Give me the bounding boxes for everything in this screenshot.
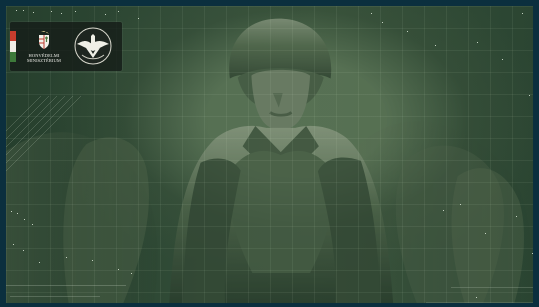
eagle-badge-icon: [74, 27, 112, 65]
flag-green-stripe: [10, 51, 16, 62]
ministry-name-line-2: MINISZTÉRIUM: [27, 58, 61, 63]
flag-red-stripe: [10, 31, 16, 42]
hungarian-coat-of-arms-icon: [39, 31, 49, 49]
ministry-name: HONVÉDELMI MINISZTÉRIUM: [21, 53, 67, 63]
ministry-logo-panel: HONVÉDELMI MINISZTÉRIUM: [10, 22, 122, 71]
hero-banner: HONVÉDELMI MINISZTÉRIUM: [0, 0, 539, 307]
flag-white-stripe: [10, 41, 16, 52]
hungarian-flag-icon: [10, 31, 16, 62]
